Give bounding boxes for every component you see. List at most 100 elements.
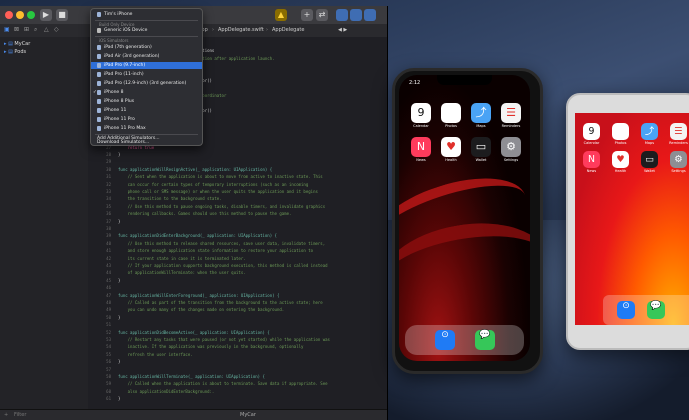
code-line[interactable]: // Called as part of the transition from… bbox=[118, 300, 323, 305]
ipad-simulator[interactable]: 9 Calendar ✿ Photos ⤴ Maps ☰ Reminders N News ♥ Hea… bbox=[566, 93, 689, 350]
wallet-icon[interactable]: ▭ bbox=[641, 151, 658, 168]
maps-icon[interactable]: ⤴ bbox=[471, 103, 491, 123]
menu-item-simulator[interactable]: ✓ iPhone 8 bbox=[91, 89, 202, 96]
close-window-button[interactable] bbox=[5, 11, 13, 19]
inspector-toggle[interactable] bbox=[364, 9, 376, 21]
device-icon bbox=[97, 126, 101, 131]
code-line[interactable]: of applicationWillTerminate: when the us… bbox=[118, 270, 246, 275]
path-symbol[interactable]: AppDelegate bbox=[272, 24, 304, 37]
nav-item-pods[interactable]: ▸ ▤ Pods bbox=[4, 49, 26, 55]
settings-icon[interactable]: ⚙ bbox=[501, 137, 521, 157]
run-button[interactable]: ▶ bbox=[40, 9, 52, 21]
code-review-button[interactable]: ⇄ bbox=[316, 9, 328, 21]
debug-area-toggle[interactable] bbox=[350, 9, 362, 21]
code-line[interactable]: // Sent when the application is about to… bbox=[118, 174, 323, 179]
code-line[interactable]: can occur for certain types of temporary… bbox=[118, 182, 309, 187]
code-line[interactable]: // Restart any tasks that were paused (o… bbox=[118, 337, 330, 342]
code-line[interactable]: // Use this method to release shared res… bbox=[118, 241, 325, 246]
line-number: 46 bbox=[106, 285, 111, 291]
menu-item-download-simulators[interactable]: Download Simulators... bbox=[91, 140, 202, 145]
minimize-window-button[interactable] bbox=[16, 11, 24, 19]
line-number: 45 bbox=[106, 277, 111, 283]
line-number: 35 bbox=[106, 203, 111, 209]
nav-item-mycar[interactable]: ▸ ▤ MyCar bbox=[4, 41, 30, 47]
iphone-simulator[interactable]: 2:12 9 Calendar ✿ Photos ⤴ Maps ☰ Reminders N New… bbox=[392, 68, 543, 374]
menu-item-device[interactable]: Tim's iPhone bbox=[91, 11, 202, 18]
project-navigator: ▸ ▤ MyCar ▸ ▤ Pods bbox=[0, 37, 89, 409]
filter-field[interactable]: Filter bbox=[14, 412, 26, 418]
wallet-icon[interactable]: ▭ bbox=[471, 137, 491, 157]
menu-item-simulator[interactable]: iPhone 11 Pro bbox=[91, 116, 202, 123]
menu-item-simulator[interactable]: iPad Pro (12.9-inch) (3rd generation) bbox=[91, 80, 202, 87]
path-file[interactable]: AppDelegate.swift bbox=[218, 24, 264, 37]
source-control-icon[interactable]: ⊠ bbox=[14, 26, 19, 33]
code-line[interactable]: func applicationWillTerminate(_ applicat… bbox=[118, 374, 265, 379]
plus-icon[interactable]: + bbox=[4, 412, 8, 418]
library-button[interactable]: + bbox=[301, 9, 313, 21]
code-line[interactable]: } bbox=[118, 219, 120, 224]
calendar-icon[interactable]: 9 bbox=[583, 123, 600, 140]
code-line[interactable]: } bbox=[118, 315, 120, 320]
health-icon[interactable]: ♥ bbox=[612, 151, 629, 168]
code-line[interactable]: its current state in case it is terminat… bbox=[118, 256, 246, 261]
news-icon[interactable]: N bbox=[583, 151, 600, 168]
code-line[interactable]: func applicationDidBecomeActive(_ applic… bbox=[118, 330, 270, 335]
menu-item-simulator[interactable]: iPad Air (3rd generation) bbox=[91, 53, 202, 60]
line-number: 48 bbox=[106, 300, 111, 305]
folder-icon[interactable]: ▣ bbox=[4, 26, 10, 33]
desktop: ▶ ■ ▲ + ⇄ ▣ ⊠ ⊞ ⌕ △ ◇ App › AppDelegate.… bbox=[0, 0, 689, 420]
code-line[interactable]: the transition to the background state. bbox=[118, 196, 222, 201]
health-icon[interactable]: ♥ bbox=[441, 137, 461, 157]
code-line[interactable]: func applicationWillEnterForeground(_ ap… bbox=[118, 293, 279, 298]
code-line[interactable]: // Use this method to pause ongoing task… bbox=[118, 204, 325, 209]
menu-item-simulator[interactable]: iPad Pro (9.7-inch) bbox=[91, 62, 202, 69]
news-icon[interactable]: N bbox=[411, 137, 431, 157]
menu-item-simulator[interactable]: iPhone 11 bbox=[91, 107, 202, 114]
warning-badge[interactable]: ▲ bbox=[275, 9, 287, 21]
search-icon[interactable]: ⌕ bbox=[34, 26, 37, 34]
code-line[interactable]: } bbox=[118, 359, 120, 364]
code-line[interactable]: // Called when the application is about … bbox=[118, 381, 328, 386]
menu-item-simulator[interactable]: iPad Pro (11-inch) bbox=[91, 71, 202, 78]
symbol-icon[interactable]: ⊞ bbox=[24, 26, 29, 33]
photos-icon[interactable]: ✿ bbox=[441, 103, 461, 123]
code-line[interactable]: refresh the user interface. bbox=[118, 352, 193, 357]
messages-icon[interactable]: 💬 bbox=[475, 330, 495, 350]
menu-item-simulator[interactable]: iPad (7th generation) bbox=[91, 44, 202, 51]
menu-item-simulator[interactable]: iPhone 8 Plus bbox=[91, 98, 202, 105]
settings-icon[interactable]: ⚙ bbox=[670, 151, 687, 168]
reminders-icon[interactable]: ☰ bbox=[501, 103, 521, 123]
stop-button[interactable]: ■ bbox=[56, 9, 68, 21]
code-line[interactable]: inactive. If the application was previou… bbox=[118, 344, 304, 349]
code-line[interactable]: } bbox=[118, 278, 120, 283]
zoom-window-button[interactable] bbox=[27, 11, 35, 19]
maps-icon[interactable]: ⤴ bbox=[641, 123, 658, 140]
code-line[interactable]: rendering callbacks. Games should use th… bbox=[118, 211, 292, 216]
photos-icon[interactable]: ✿ bbox=[612, 123, 629, 140]
safari-icon[interactable]: ⊙ bbox=[435, 330, 455, 350]
menu-item-generic-device[interactable]: Generic iOS Device bbox=[91, 27, 202, 34]
code-line[interactable]: and store enough application state infor… bbox=[118, 248, 313, 253]
calendar-icon[interactable]: 9 bbox=[411, 103, 431, 123]
hammer-icon bbox=[97, 28, 101, 33]
code-line[interactable]: also applicationDidEnterBackground:. bbox=[118, 389, 215, 394]
menu-item-simulator[interactable]: iPhone 11 Pro Max bbox=[91, 125, 202, 132]
messages-icon[interactable]: 💬 bbox=[647, 301, 665, 319]
code-line[interactable]: } bbox=[118, 396, 120, 401]
test-icon[interactable]: ◇ bbox=[54, 26, 59, 33]
issue-icon[interactable]: △ bbox=[44, 26, 49, 33]
code-line[interactable]: phone call or SMS message) or when the u… bbox=[118, 189, 318, 194]
back-forward-icon[interactable]: ◀ ▶ bbox=[338, 24, 347, 37]
line-number: 53 bbox=[106, 337, 111, 342]
code-line[interactable]: func applicationWillResignActive(_ appli… bbox=[118, 167, 272, 172]
navigator-toggle[interactable] bbox=[336, 9, 348, 21]
code-line[interactable]: you can undo many of the changes made on… bbox=[118, 307, 285, 312]
reminders-icon[interactable]: ☰ bbox=[670, 123, 687, 140]
device-icon bbox=[97, 45, 101, 50]
code-line[interactable]: func applicationDidEnterBackground(_ app… bbox=[118, 233, 277, 238]
menu-separator bbox=[95, 36, 198, 37]
code-line[interactable]: } bbox=[118, 152, 120, 157]
code-line[interactable]: // If your application supports backgrou… bbox=[118, 263, 328, 268]
line-number: 37 bbox=[106, 218, 111, 224]
safari-icon[interactable]: ⊙ bbox=[617, 301, 635, 319]
